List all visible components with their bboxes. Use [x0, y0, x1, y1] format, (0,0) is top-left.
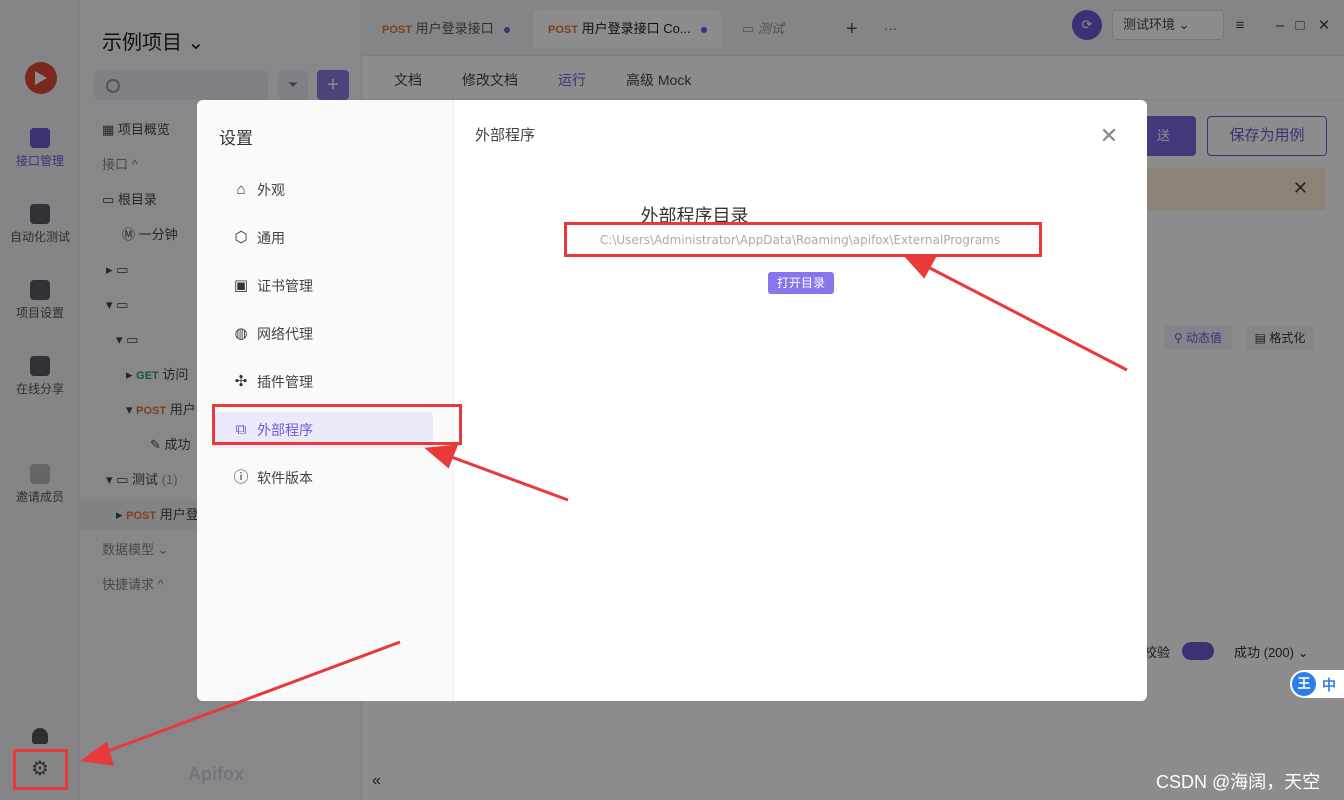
annotation-arrow: [99, 640, 401, 756]
annotation-arrow: [445, 453, 569, 502]
ime-icon: 王: [1292, 672, 1316, 696]
annotation-arrows: [80, 254, 1128, 766]
annotation-arrowhead: [424, 444, 459, 469]
watermark: CSDN @海阔，天空: [1156, 772, 1321, 792]
annotation-arrowhead: [902, 254, 937, 279]
ime-indicator[interactable]: 王 中: [1290, 670, 1344, 698]
ime-mode: 中: [1322, 677, 1336, 693]
annotation-arrow: [921, 262, 1128, 372]
annotation-arrowhead: [80, 741, 115, 766]
